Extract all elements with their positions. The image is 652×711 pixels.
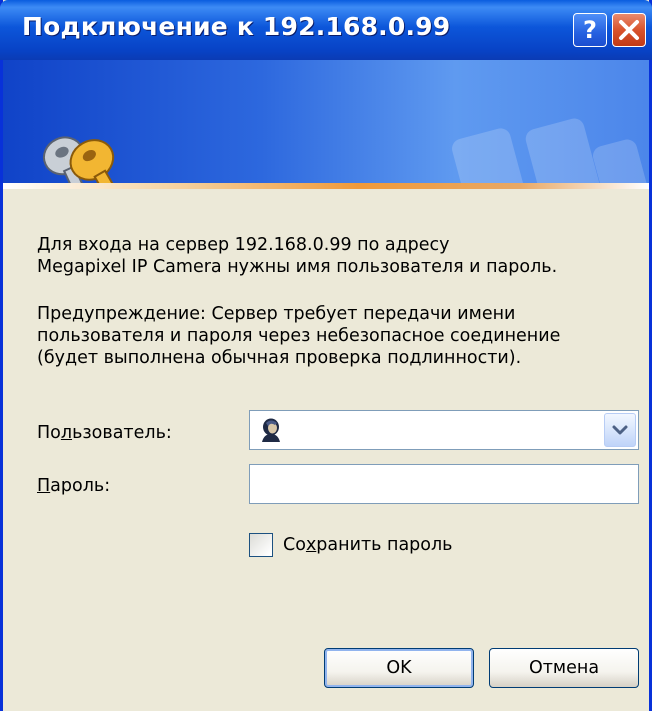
dialog-body: Для входа на сервер 192.168.0.99 по адре… (3, 189, 649, 711)
user-icon (262, 418, 280, 442)
ok-button[interactable]: OK (324, 648, 474, 688)
keys-watermark-icon (452, 118, 649, 183)
keys-icon (42, 136, 134, 183)
warning-line: пользователя и пароля через небезопасное… (37, 326, 561, 346)
help-icon: ? (583, 16, 597, 44)
dialog-banner (3, 60, 649, 183)
cancel-button[interactable]: Отмена (489, 648, 639, 688)
close-button[interactable] (612, 13, 646, 47)
close-icon (619, 20, 639, 40)
dialog-title: Подключение к 192.168.0.99 (22, 12, 451, 41)
help-button[interactable]: ? (573, 13, 607, 47)
security-warning: Предупреждение: Сервер требует передачи … (37, 303, 560, 369)
login-dialog: Подключение к 192.168.0.99 ? Для входа н… (0, 0, 652, 711)
username-combobox[interactable] (249, 410, 639, 450)
title-bar[interactable]: Подключение к 192.168.0.99 ? (0, 0, 652, 60)
username-label: Пользователь: (37, 423, 172, 443)
remember-password-checkbox[interactable] (249, 533, 273, 557)
chevron-down-icon (612, 425, 628, 435)
remember-password-label[interactable]: Сохранить пароль (283, 535, 453, 555)
warning-line: (будет выполнена обычная проверка подлин… (37, 348, 522, 368)
warning-line: Предупреждение: Сервер требует передачи … (37, 304, 516, 324)
message-line: Для входа на сервер 192.168.0.99 по адре… (37, 235, 450, 255)
server-message: Для входа на сервер 192.168.0.99 по адре… (37, 234, 557, 278)
username-dropdown-button[interactable] (604, 413, 636, 447)
message-line: Megapixel IP Camera нужны имя пользовате… (37, 257, 558, 277)
password-input[interactable] (249, 464, 639, 504)
password-label: Пароль: (37, 476, 111, 496)
